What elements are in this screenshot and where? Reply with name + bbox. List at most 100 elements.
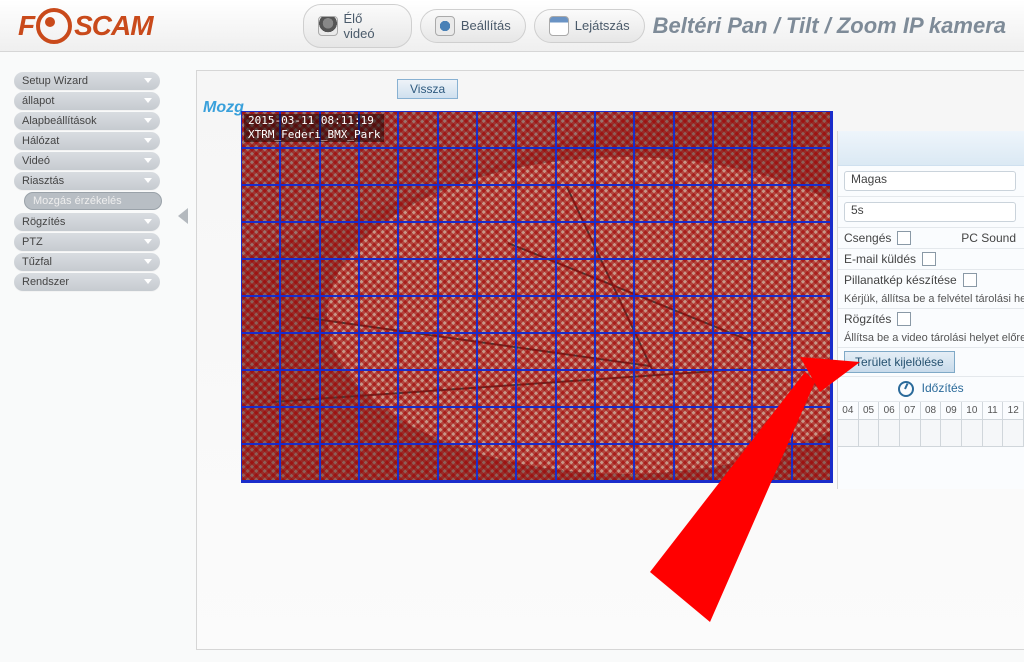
grid-cell[interactable] — [675, 149, 714, 186]
grid-cell[interactable] — [478, 334, 517, 371]
grid-cell[interactable] — [399, 445, 438, 482]
grid-cell[interactable] — [360, 408, 399, 445]
grid-cell[interactable] — [635, 260, 674, 297]
grid-cell[interactable] — [439, 223, 478, 260]
grid-cell[interactable] — [517, 260, 556, 297]
grid-cell[interactable] — [793, 149, 832, 186]
grid-cell[interactable] — [281, 260, 320, 297]
grid-cell[interactable] — [753, 149, 792, 186]
grid-cell[interactable] — [557, 371, 596, 408]
grid-cell[interactable] — [321, 408, 360, 445]
grid-cell[interactable] — [635, 223, 674, 260]
grid-cell[interactable] — [478, 408, 517, 445]
grid-cell[interactable] — [675, 186, 714, 223]
grid-cell[interactable] — [714, 445, 753, 482]
grid-cell[interactable] — [714, 149, 753, 186]
grid-cell[interactable] — [478, 260, 517, 297]
ring-checkbox[interactable] — [897, 231, 911, 245]
grid-cell[interactable] — [321, 371, 360, 408]
grid-cell[interactable] — [753, 260, 792, 297]
grid-cell[interactable] — [517, 112, 556, 149]
grid-cell[interactable] — [399, 260, 438, 297]
grid-cell[interactable] — [793, 334, 832, 371]
sidebar-item-record[interactable]: Rögzítés — [14, 213, 160, 231]
grid-cell[interactable] — [675, 445, 714, 482]
grid-cell[interactable] — [714, 186, 753, 223]
grid-cell[interactable] — [793, 112, 832, 149]
grid-cell[interactable] — [242, 223, 281, 260]
grid-cell[interactable] — [517, 445, 556, 482]
grid-cell[interactable] — [281, 223, 320, 260]
grid-cell[interactable] — [360, 371, 399, 408]
sidebar-item-firewall[interactable]: Tűzfal — [14, 253, 160, 271]
grid-cell[interactable] — [753, 223, 792, 260]
grid-cell[interactable] — [675, 260, 714, 297]
schedule-hour-cell[interactable] — [900, 420, 921, 447]
grid-cell[interactable] — [439, 149, 478, 186]
grid-cell[interactable] — [517, 334, 556, 371]
grid-cell[interactable] — [596, 260, 635, 297]
grid-cell[interactable] — [478, 112, 517, 149]
grid-cell[interactable] — [281, 371, 320, 408]
grid-cell[interactable] — [635, 408, 674, 445]
grid-cell[interactable] — [793, 371, 832, 408]
grid-cell[interactable] — [675, 112, 714, 149]
grid-cell[interactable] — [635, 149, 674, 186]
grid-cell[interactable] — [439, 408, 478, 445]
grid-cell[interactable] — [557, 297, 596, 334]
collapse-sidebar-icon[interactable] — [178, 208, 188, 224]
grid-cell[interactable] — [399, 186, 438, 223]
grid-cell[interactable] — [242, 334, 281, 371]
grid-cell[interactable] — [635, 334, 674, 371]
grid-cell[interactable] — [675, 408, 714, 445]
grid-cell[interactable] — [478, 223, 517, 260]
grid-cell[interactable] — [399, 112, 438, 149]
grid-cell[interactable] — [635, 112, 674, 149]
grid-cell[interactable] — [399, 149, 438, 186]
grid-cell[interactable] — [596, 223, 635, 260]
grid-cell[interactable] — [635, 186, 674, 223]
grid-cell[interactable] — [321, 186, 360, 223]
grid-cell[interactable] — [242, 297, 281, 334]
grid-cell[interactable] — [793, 297, 832, 334]
back-button[interactable]: Vissza — [397, 79, 458, 99]
grid-cell[interactable] — [596, 334, 635, 371]
grid-cell[interactable] — [281, 334, 320, 371]
grid-cell[interactable] — [360, 223, 399, 260]
grid-cell[interactable] — [793, 223, 832, 260]
grid-cell[interactable] — [517, 297, 556, 334]
grid-cell[interactable] — [753, 112, 792, 149]
schedule-hour-cell[interactable] — [879, 420, 900, 447]
grid-cell[interactable] — [635, 297, 674, 334]
grid-cell[interactable] — [242, 260, 281, 297]
grid-cell[interactable] — [596, 408, 635, 445]
grid-cell[interactable] — [399, 334, 438, 371]
grid-cell[interactable] — [596, 297, 635, 334]
grid-cell[interactable] — [242, 445, 281, 482]
grid-cell[interactable] — [281, 445, 320, 482]
grid-cell[interactable] — [557, 112, 596, 149]
grid-cell[interactable] — [360, 149, 399, 186]
schedule-hour-cell[interactable] — [921, 420, 942, 447]
sidebar-item-basic[interactable]: Alapbeállítások — [14, 112, 160, 130]
grid-cell[interactable] — [557, 223, 596, 260]
grid-cell[interactable] — [753, 371, 792, 408]
grid-cell[interactable] — [793, 445, 832, 482]
sidebar-sub-motion-detection[interactable]: Mozgás érzékelés — [24, 192, 162, 210]
area-select-button[interactable]: Terület kijelölése — [844, 351, 955, 373]
sidebar-item-system[interactable]: Rendszer — [14, 273, 160, 291]
tab-settings[interactable]: Beállítás — [420, 9, 526, 43]
grid-cell[interactable] — [596, 445, 635, 482]
grid-cell[interactable] — [714, 334, 753, 371]
grid-cell[interactable] — [675, 371, 714, 408]
grid-cell[interactable] — [557, 408, 596, 445]
grid-cell[interactable] — [439, 334, 478, 371]
grid-cell[interactable] — [242, 408, 281, 445]
grid-cell[interactable] — [360, 445, 399, 482]
schedule-hour-cell[interactable] — [962, 420, 983, 447]
grid-cell[interactable] — [478, 149, 517, 186]
schedule-hour-cell[interactable] — [859, 420, 880, 447]
grid-cell[interactable] — [714, 371, 753, 408]
sensitivity-select[interactable]: Magas — [844, 171, 1016, 191]
grid-cell[interactable] — [478, 371, 517, 408]
